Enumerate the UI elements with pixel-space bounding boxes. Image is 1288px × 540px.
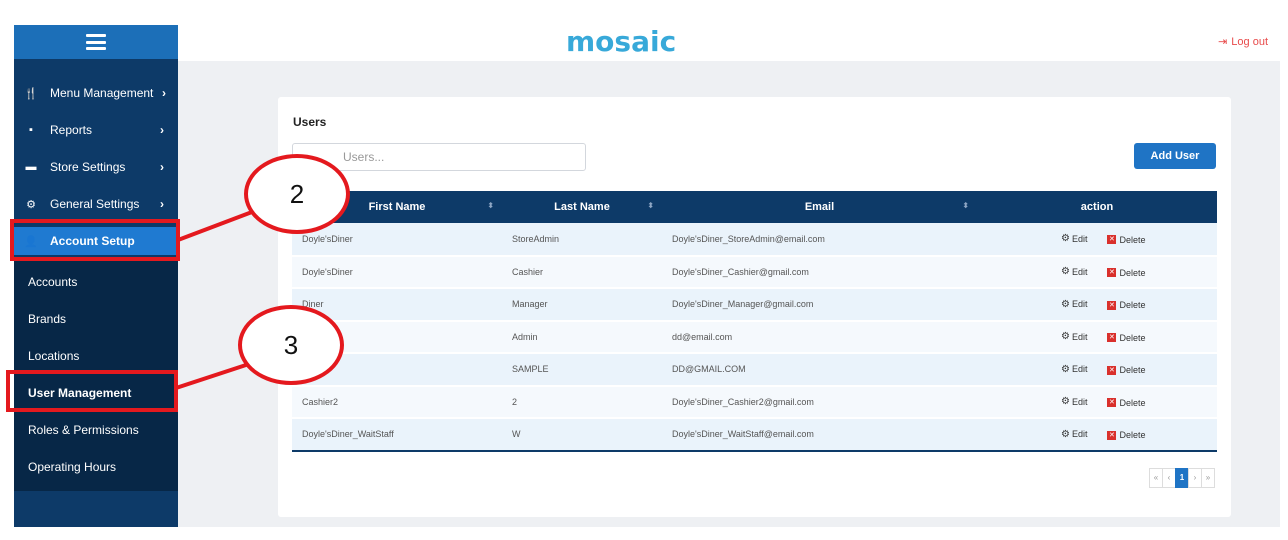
app-root: 🍴 Menu Management › ▪ Reports › ▬ Store …	[0, 0, 1288, 540]
highlight-user-management	[6, 370, 178, 412]
annotation-line-2	[177, 210, 253, 242]
callout-3: 3	[238, 305, 344, 385]
annotation-line-3	[175, 363, 247, 390]
highlight-account-setup	[10, 219, 180, 261]
annotation-lines	[175, 210, 253, 390]
callout-2: 2	[244, 154, 350, 234]
